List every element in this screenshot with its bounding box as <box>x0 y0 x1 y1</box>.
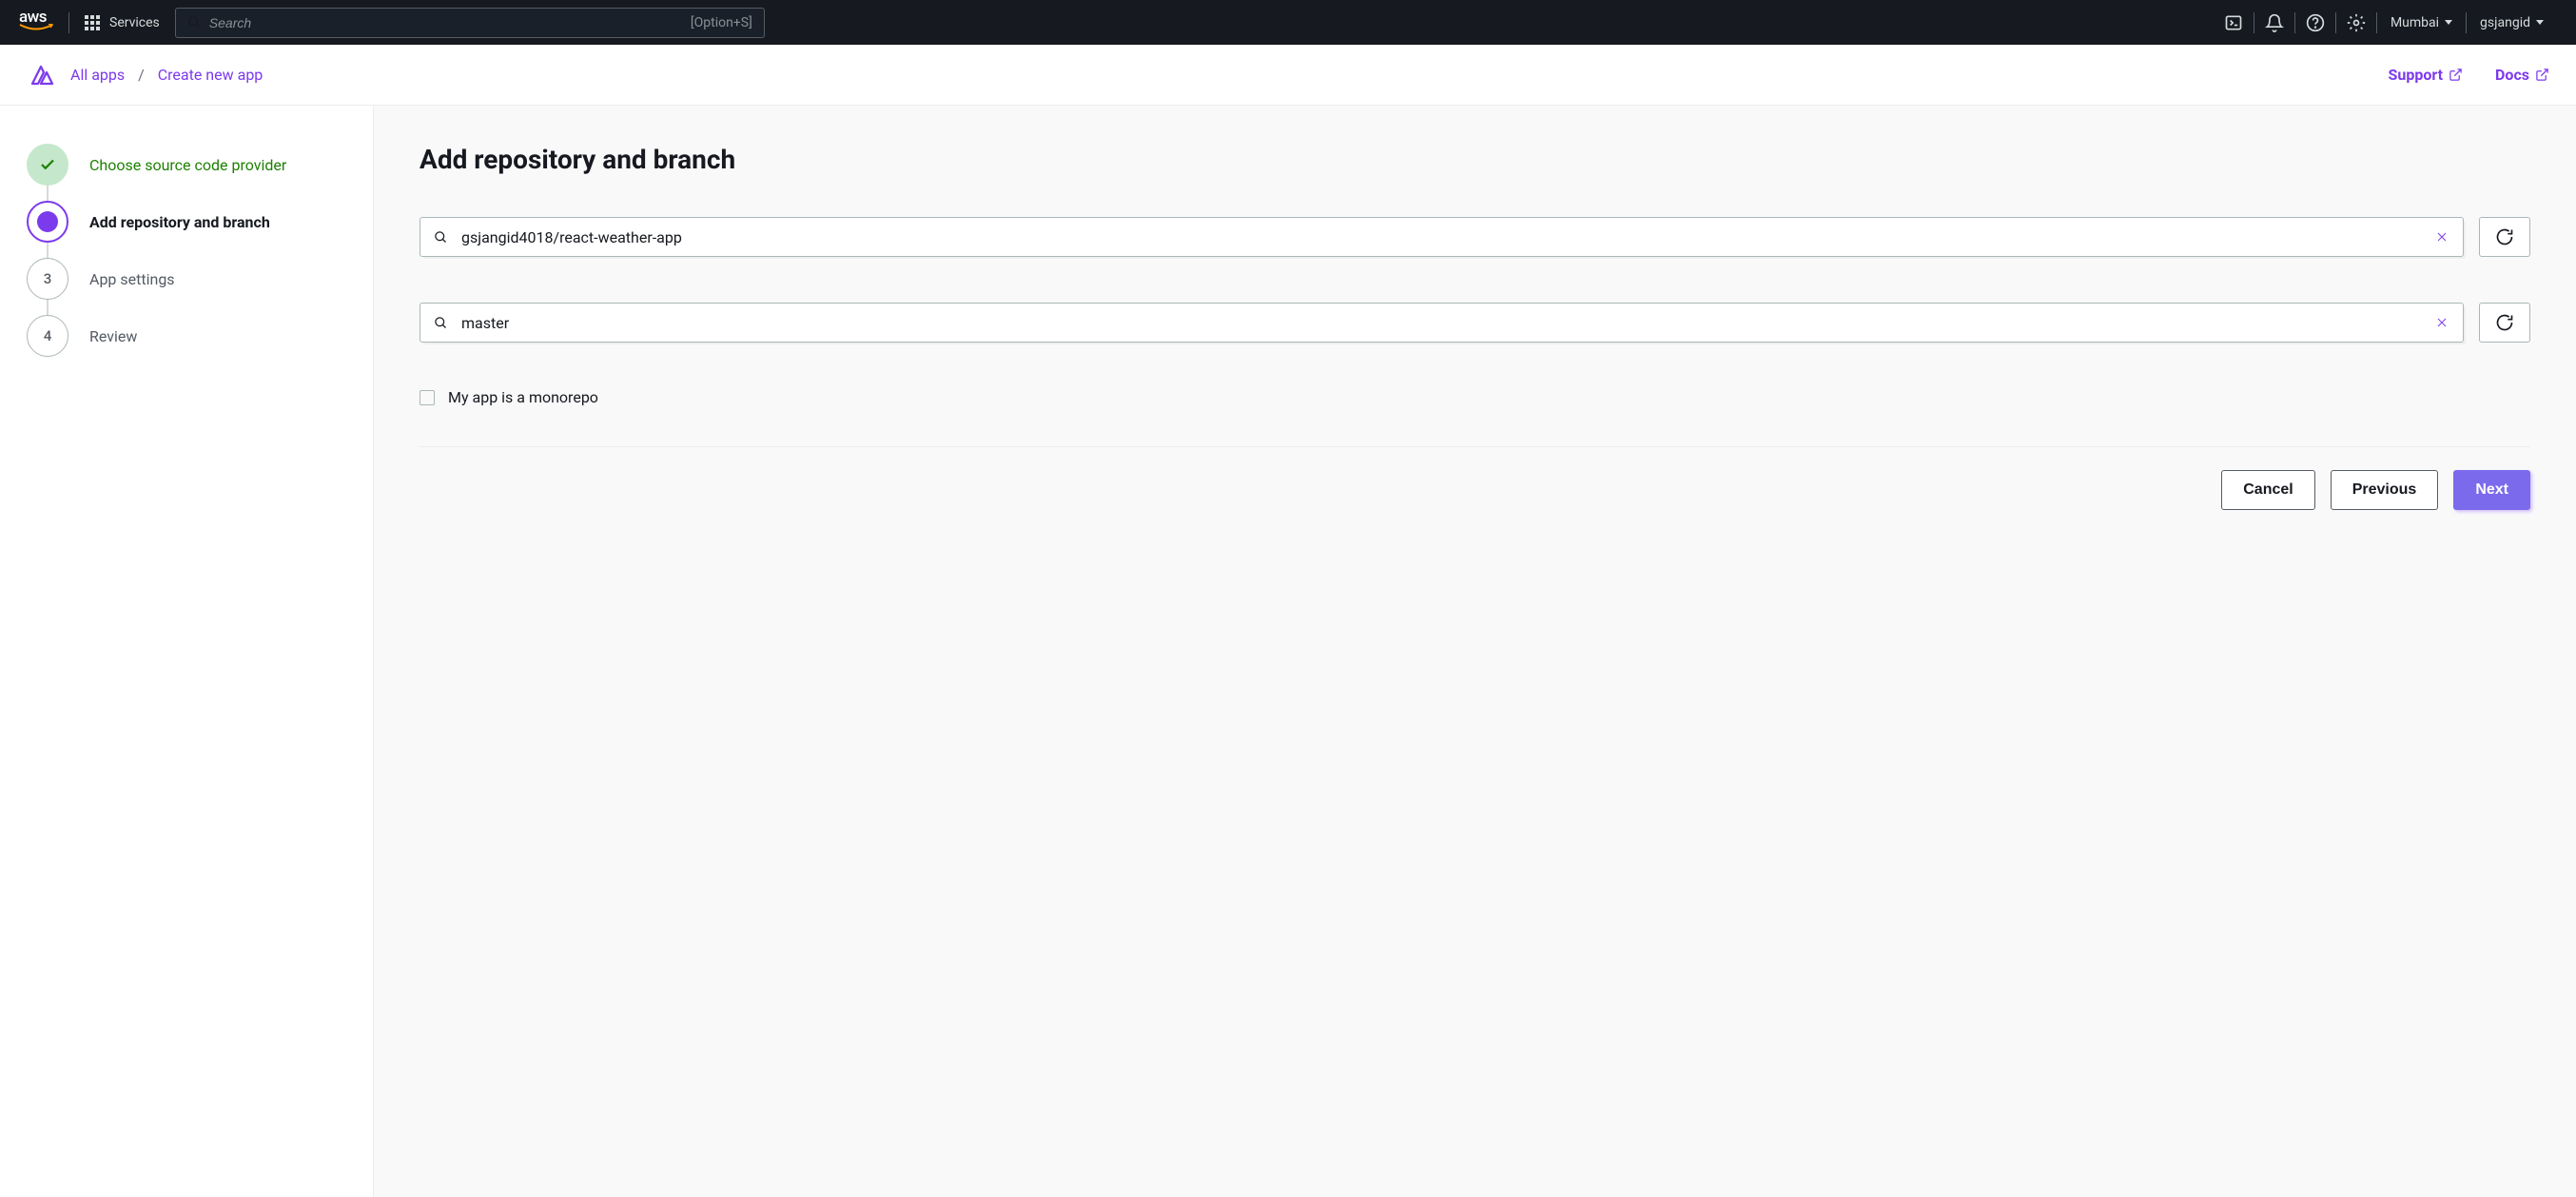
region-selector[interactable]: Mumbai <box>2377 0 2466 45</box>
breadcrumb: All apps / Create new app <box>70 66 263 84</box>
refresh-repository-button[interactable] <box>2479 217 2530 257</box>
refresh-branch-button[interactable] <box>2479 303 2530 343</box>
wizard-step-repository[interactable]: Add repository and branch <box>27 193 346 250</box>
external-link-icon <box>2535 68 2549 82</box>
step-indicator-completed <box>27 144 68 186</box>
step-indicator-active <box>27 201 68 243</box>
check-icon <box>39 156 56 173</box>
aws-logo[interactable]: aws <box>19 8 53 37</box>
clear-branch-button[interactable] <box>2434 315 2449 330</box>
region-label: Mumbai <box>2391 15 2439 30</box>
search-shortcut: [Option+S] <box>691 15 752 30</box>
caret-down-icon <box>2536 20 2544 25</box>
divider <box>420 446 2530 447</box>
refresh-icon <box>2495 227 2514 246</box>
monorepo-label: My app is a monorepo <box>448 388 598 406</box>
step-label: Choose source code provider <box>89 156 286 174</box>
repository-field-row: gsjangid4018/react-weather-app <box>420 217 2530 257</box>
search-icon <box>434 230 448 245</box>
breadcrumb-bar: All apps / Create new app Support Docs <box>0 45 2576 106</box>
username-label: gsjangid <box>2480 15 2530 30</box>
step-label: Review <box>89 327 137 345</box>
amplify-logo-icon[interactable] <box>27 61 55 89</box>
step-indicator-pending: 4 <box>27 315 68 357</box>
action-buttons: Cancel Previous Next <box>420 470 2530 510</box>
next-button[interactable]: Next <box>2453 470 2530 510</box>
branch-value: master <box>461 314 2421 332</box>
monorepo-checkbox-row: My app is a monorepo <box>420 388 2530 406</box>
settings-button[interactable] <box>2336 0 2376 45</box>
help-icon <box>2306 13 2325 32</box>
step-label: Add repository and branch <box>89 213 270 231</box>
support-link[interactable]: Support <box>2389 66 2464 84</box>
branch-select[interactable]: master <box>420 303 2464 343</box>
step-indicator-pending: 3 <box>27 258 68 300</box>
external-link-icon <box>2449 68 2463 82</box>
aws-smile-icon <box>19 23 53 37</box>
clear-repository-button[interactable] <box>2434 229 2449 245</box>
notifications-button[interactable] <box>2254 0 2294 45</box>
wizard-step-review[interactable]: 4 Review <box>27 307 346 364</box>
search-input[interactable] <box>209 15 691 30</box>
previous-button[interactable]: Previous <box>2331 470 2439 510</box>
cloudshell-icon <box>2224 13 2243 32</box>
refresh-icon <box>2495 313 2514 332</box>
search-icon <box>434 316 448 330</box>
cancel-button[interactable]: Cancel <box>2221 470 2314 510</box>
services-button[interactable]: Services <box>85 15 160 30</box>
content-area: Add repository and branch gsjangid4018/r… <box>374 106 2576 1197</box>
search-input-wrap[interactable]: [Option+S] <box>175 8 765 38</box>
docs-label: Docs <box>2495 66 2529 84</box>
breadcrumb-all-apps[interactable]: All apps <box>70 66 125 84</box>
gear-icon <box>2347 13 2366 32</box>
caret-down-icon <box>2445 20 2452 25</box>
account-menu[interactable]: gsjangid <box>2467 0 2557 45</box>
monorepo-checkbox[interactable] <box>420 390 435 405</box>
repository-select[interactable]: gsjangid4018/react-weather-app <box>420 217 2464 257</box>
header-actions: Mumbai gsjangid <box>2214 0 2557 45</box>
close-icon <box>2436 317 2448 328</box>
wizard-sidebar: Choose source code provider Add reposito… <box>0 106 374 1197</box>
search-icon <box>187 15 202 29</box>
breadcrumb-create-app[interactable]: Create new app <box>158 66 263 84</box>
services-label: Services <box>109 15 160 30</box>
cloudshell-button[interactable] <box>2214 0 2254 45</box>
grid-icon <box>85 15 100 30</box>
wizard-step-app-settings[interactable]: 3 App settings <box>27 250 346 307</box>
wizard-step-source-provider[interactable]: Choose source code provider <box>27 136 346 193</box>
aws-header: aws Services [Option+S] <box>0 0 2576 45</box>
branch-field-row: master <box>420 303 2530 343</box>
divider <box>68 12 69 33</box>
bell-icon <box>2265 13 2284 32</box>
breadcrumb-separator: / <box>138 66 145 84</box>
close-icon <box>2436 231 2448 243</box>
docs-link[interactable]: Docs <box>2495 66 2549 84</box>
help-button[interactable] <box>2295 0 2335 45</box>
repository-value: gsjangid4018/react-weather-app <box>461 228 2421 246</box>
support-label: Support <box>2389 66 2444 84</box>
step-label: App settings <box>89 270 175 288</box>
page-title: Add repository and branch <box>420 144 2530 175</box>
